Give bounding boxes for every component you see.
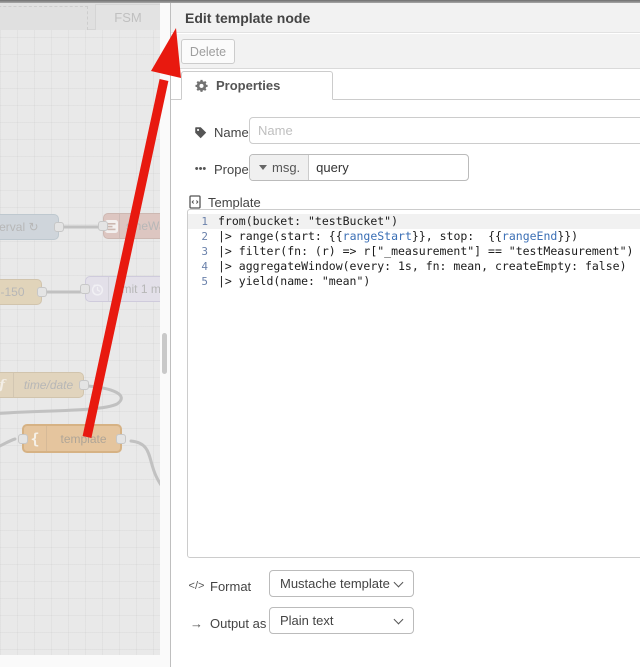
code-brackets-icon: </> bbox=[188, 580, 205, 592]
workspace-horizontal-scrollbar[interactable] bbox=[0, 655, 160, 667]
code-line: 2 |> range(start: {{rangeStart}}, stop: {… bbox=[201, 229, 579, 243]
delete-button[interactable]: Delete bbox=[181, 39, 235, 64]
caret-down-icon bbox=[259, 165, 267, 170]
chevron-down-icon bbox=[393, 614, 404, 625]
format-select-value: Mustache template bbox=[280, 576, 390, 591]
code-line: 4 |> aggregateWindow(every: 1s, fn: mean,… bbox=[201, 259, 627, 273]
code-line: 1 from(bucket: "testBucket") bbox=[188, 214, 640, 229]
dialog-header: Edit template node bbox=[171, 3, 640, 33]
format-label: </> Format bbox=[188, 578, 252, 594]
dialog-tab-strip: Properties bbox=[171, 69, 640, 100]
workspace-vertical-scrollbar[interactable] bbox=[160, 0, 170, 667]
template-code-editor[interactable]: 1 from(bucket: "testBucket") 2 |> range(sta… bbox=[187, 209, 640, 558]
output-as-select-value: Plain text bbox=[280, 613, 334, 628]
name-label: Name bbox=[193, 123, 249, 141]
node-red-editor: interval ↻ sineWave s-150 bbox=[0, 0, 640, 667]
tag-icon bbox=[193, 126, 208, 139]
gear-icon bbox=[194, 79, 209, 92]
property-type-label: msg. bbox=[272, 160, 301, 175]
flow-workspace[interactable]: interval ↻ sineWave s-150 bbox=[0, 0, 170, 667]
output-as-select[interactable]: Plain text bbox=[269, 607, 414, 634]
property-type-button[interactable]: msg. bbox=[250, 155, 310, 180]
property-typed-input[interactable]: msg. query bbox=[249, 154, 469, 181]
code-line: 5 |> yield(name: "mean") bbox=[201, 274, 371, 288]
dialog-toolbar: Delete bbox=[171, 34, 640, 69]
edit-template-node-dialog: Edit template node Delete Properties Nam… bbox=[170, 0, 640, 667]
tab-properties-label: Properties bbox=[216, 78, 281, 93]
chevron-down-icon bbox=[393, 577, 404, 588]
modal-shade-overlay bbox=[0, 0, 170, 667]
code-line: 3 |> filter(fn: (r) => r["_measurement"] … bbox=[201, 244, 634, 258]
scrollbar-thumb[interactable] bbox=[162, 333, 167, 374]
name-input[interactable] bbox=[249, 117, 640, 144]
file-code-icon bbox=[187, 195, 202, 209]
ellipsis-icon: ••• bbox=[194, 163, 207, 175]
format-select[interactable]: Mustache template bbox=[269, 570, 414, 597]
dialog-title: Edit template node bbox=[185, 10, 311, 26]
property-value[interactable]: query bbox=[309, 155, 468, 180]
tab-properties[interactable]: Properties bbox=[181, 71, 333, 100]
output-as-label: → Output as bbox=[190, 615, 267, 631]
window-top-edge bbox=[0, 0, 640, 3]
arrow-right-icon: → bbox=[190, 615, 203, 631]
code-lines: 1 from(bucket: "testBucket") 2 |> range(sta… bbox=[188, 214, 640, 289]
